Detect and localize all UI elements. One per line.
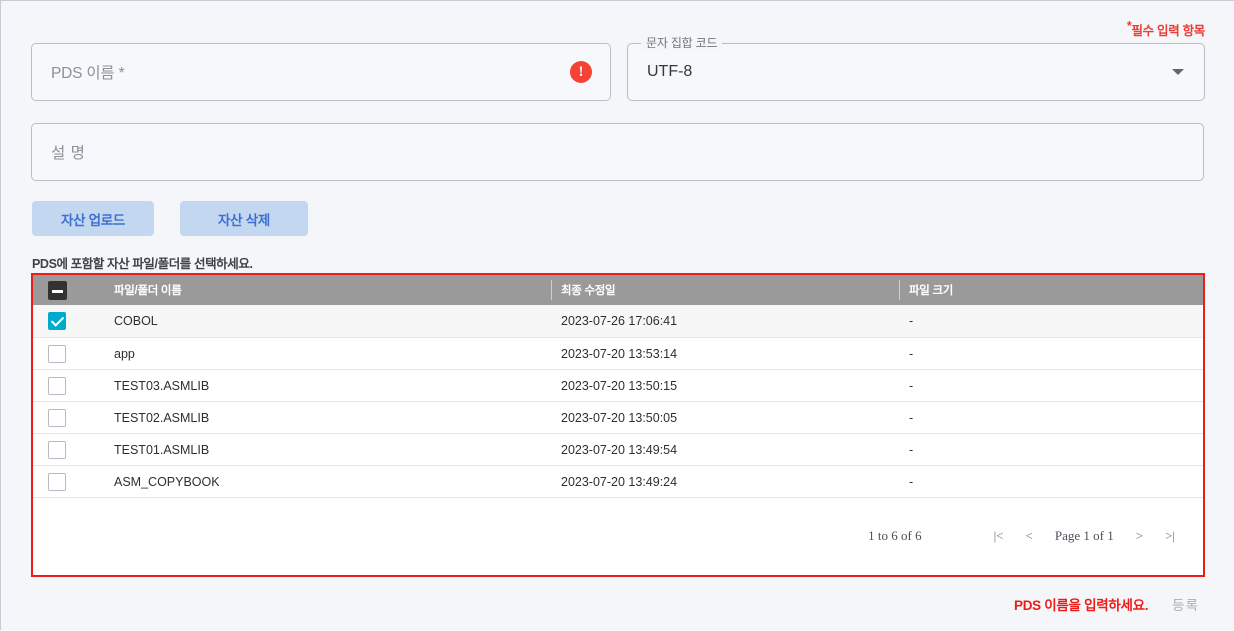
error-exclamation-icon: ! [570,61,592,83]
cell-modified: 2023-07-20 13:50:15 [561,378,678,393]
charset-select[interactable]: 문자 집합 코드 UTF-8 [627,36,1205,101]
required-note-text: 필수 입력 항목 [1131,24,1205,38]
column-header-size[interactable]: 파일 크기 [899,275,1203,305]
row-checkbox-cell[interactable] [33,402,81,433]
cell-name: ASM_COPYBOOK [114,474,220,489]
table-row[interactable]: COBOL 2023-07-26 17:06:41 - [33,305,1203,338]
description-field[interactable]: 설 명 [31,123,1204,181]
row-checkbox-cell[interactable] [33,370,81,401]
row-checkbox-cell[interactable] [33,338,81,369]
pagination-controls: |< < Page 1 of 1 > >| [994,528,1175,544]
form-footer: PDS 이름을 입력하세요. 등록 [1014,593,1205,615]
row-checkbox[interactable] [48,472,66,491]
asset-file-grid: 파일/폴더 이름 최종 수정일 파일 크기 COBOL 2023-07-26 1… [31,273,1205,577]
cell-modified: 2023-07-26 17:06:41 [561,314,678,328]
pagination-summary: 1 to 6 of 6 [868,527,922,543]
cell-modified: 2023-07-20 13:49:54 [561,442,678,457]
top-field-row: PDS 이름 * ! 문자 집합 코드 UTF-8 [31,36,1205,101]
select-all-checkbox-cell[interactable] [33,275,81,305]
cell-size: - [909,410,914,425]
cell-size: - [909,442,914,457]
cell-size: - [909,474,914,489]
grid-helper-text: PDS에 포함할 자산 파일/폴더를 선택하세요. [32,257,253,271]
first-page-button[interactable]: |< [994,528,1004,544]
grid-header-row: 파일/폴더 이름 최종 수정일 파일 크기 [33,275,1203,305]
cell-size: - [909,346,914,361]
description-placeholder: 설 명 [51,145,86,162]
charset-select-label: 문자 집합 코드 [641,36,723,50]
prev-page-button[interactable]: < [1026,528,1033,544]
next-page-button[interactable]: > [1136,528,1143,544]
column-header-modified[interactable]: 최종 수정일 [551,275,899,305]
cell-name: TEST03.ASMLIB [114,378,210,393]
pds-registration-page: *필수 입력 항목 PDS 이름 * ! 문자 집합 코드 UTF-8 설 명 … [1,1,1234,631]
asset-toolbar: 자산 업로드 자산 삭제 [32,201,308,236]
last-page-button[interactable]: >| [1165,528,1175,544]
table-row[interactable]: TEST02.ASMLIB 2023-07-20 13:50:05 - [33,402,1203,434]
form-error-message: PDS 이름을 입력하세요. [1013,598,1149,613]
pds-name-field[interactable]: PDS 이름 * ! [31,43,611,101]
row-checkbox[interactable] [48,376,66,395]
table-row[interactable]: app 2023-07-20 13:53:14 - [33,338,1203,370]
page-indicator: Page 1 of 1 [1054,527,1114,543]
column-header-name[interactable]: 파일/폴더 이름 [81,275,551,305]
cell-modified: 2023-07-20 13:50:05 [561,410,678,425]
row-checkbox-cell[interactable] [33,434,81,465]
row-checkbox[interactable] [48,312,66,330]
cell-name: TEST02.ASMLIB [114,410,210,425]
cell-name: COBOL [114,314,158,328]
cell-name: TEST01.ASMLIB [114,442,210,457]
asset-upload-button[interactable]: 자산 업로드 [32,201,154,236]
cell-size: - [909,378,914,393]
select-all-checkbox[interactable] [47,280,67,300]
cell-modified: 2023-07-20 13:53:14 [561,346,678,361]
required-field-note: *필수 입력 항목 [1127,20,1205,39]
row-checkbox[interactable] [48,344,66,363]
row-checkbox-cell[interactable] [33,305,81,337]
table-row[interactable]: TEST01.ASMLIB 2023-07-20 13:49:54 - [33,434,1203,466]
cell-modified: 2023-07-20 13:49:24 [561,474,678,489]
table-row[interactable]: TEST03.ASMLIB 2023-07-20 13:50:15 - [33,370,1203,402]
row-checkbox[interactable] [48,408,66,427]
pds-name-placeholder: PDS 이름 * [51,65,125,82]
row-checkbox[interactable] [48,440,66,459]
charset-select-value: UTF-8 [647,63,693,80]
submit-button[interactable]: 등록 [1166,593,1205,615]
row-checkbox-cell[interactable] [33,466,81,497]
chevron-down-icon[interactable] [1172,69,1184,75]
grid-pagination: 1 to 6 of 6 |< < Page 1 of 1 > >| [33,496,1203,575]
table-row[interactable]: ASM_COPYBOOK 2023-07-20 13:49:24 - [33,466,1203,498]
cell-size: - [909,314,914,328]
asset-delete-button[interactable]: 자산 삭제 [180,201,308,236]
cell-name: app [114,346,135,361]
